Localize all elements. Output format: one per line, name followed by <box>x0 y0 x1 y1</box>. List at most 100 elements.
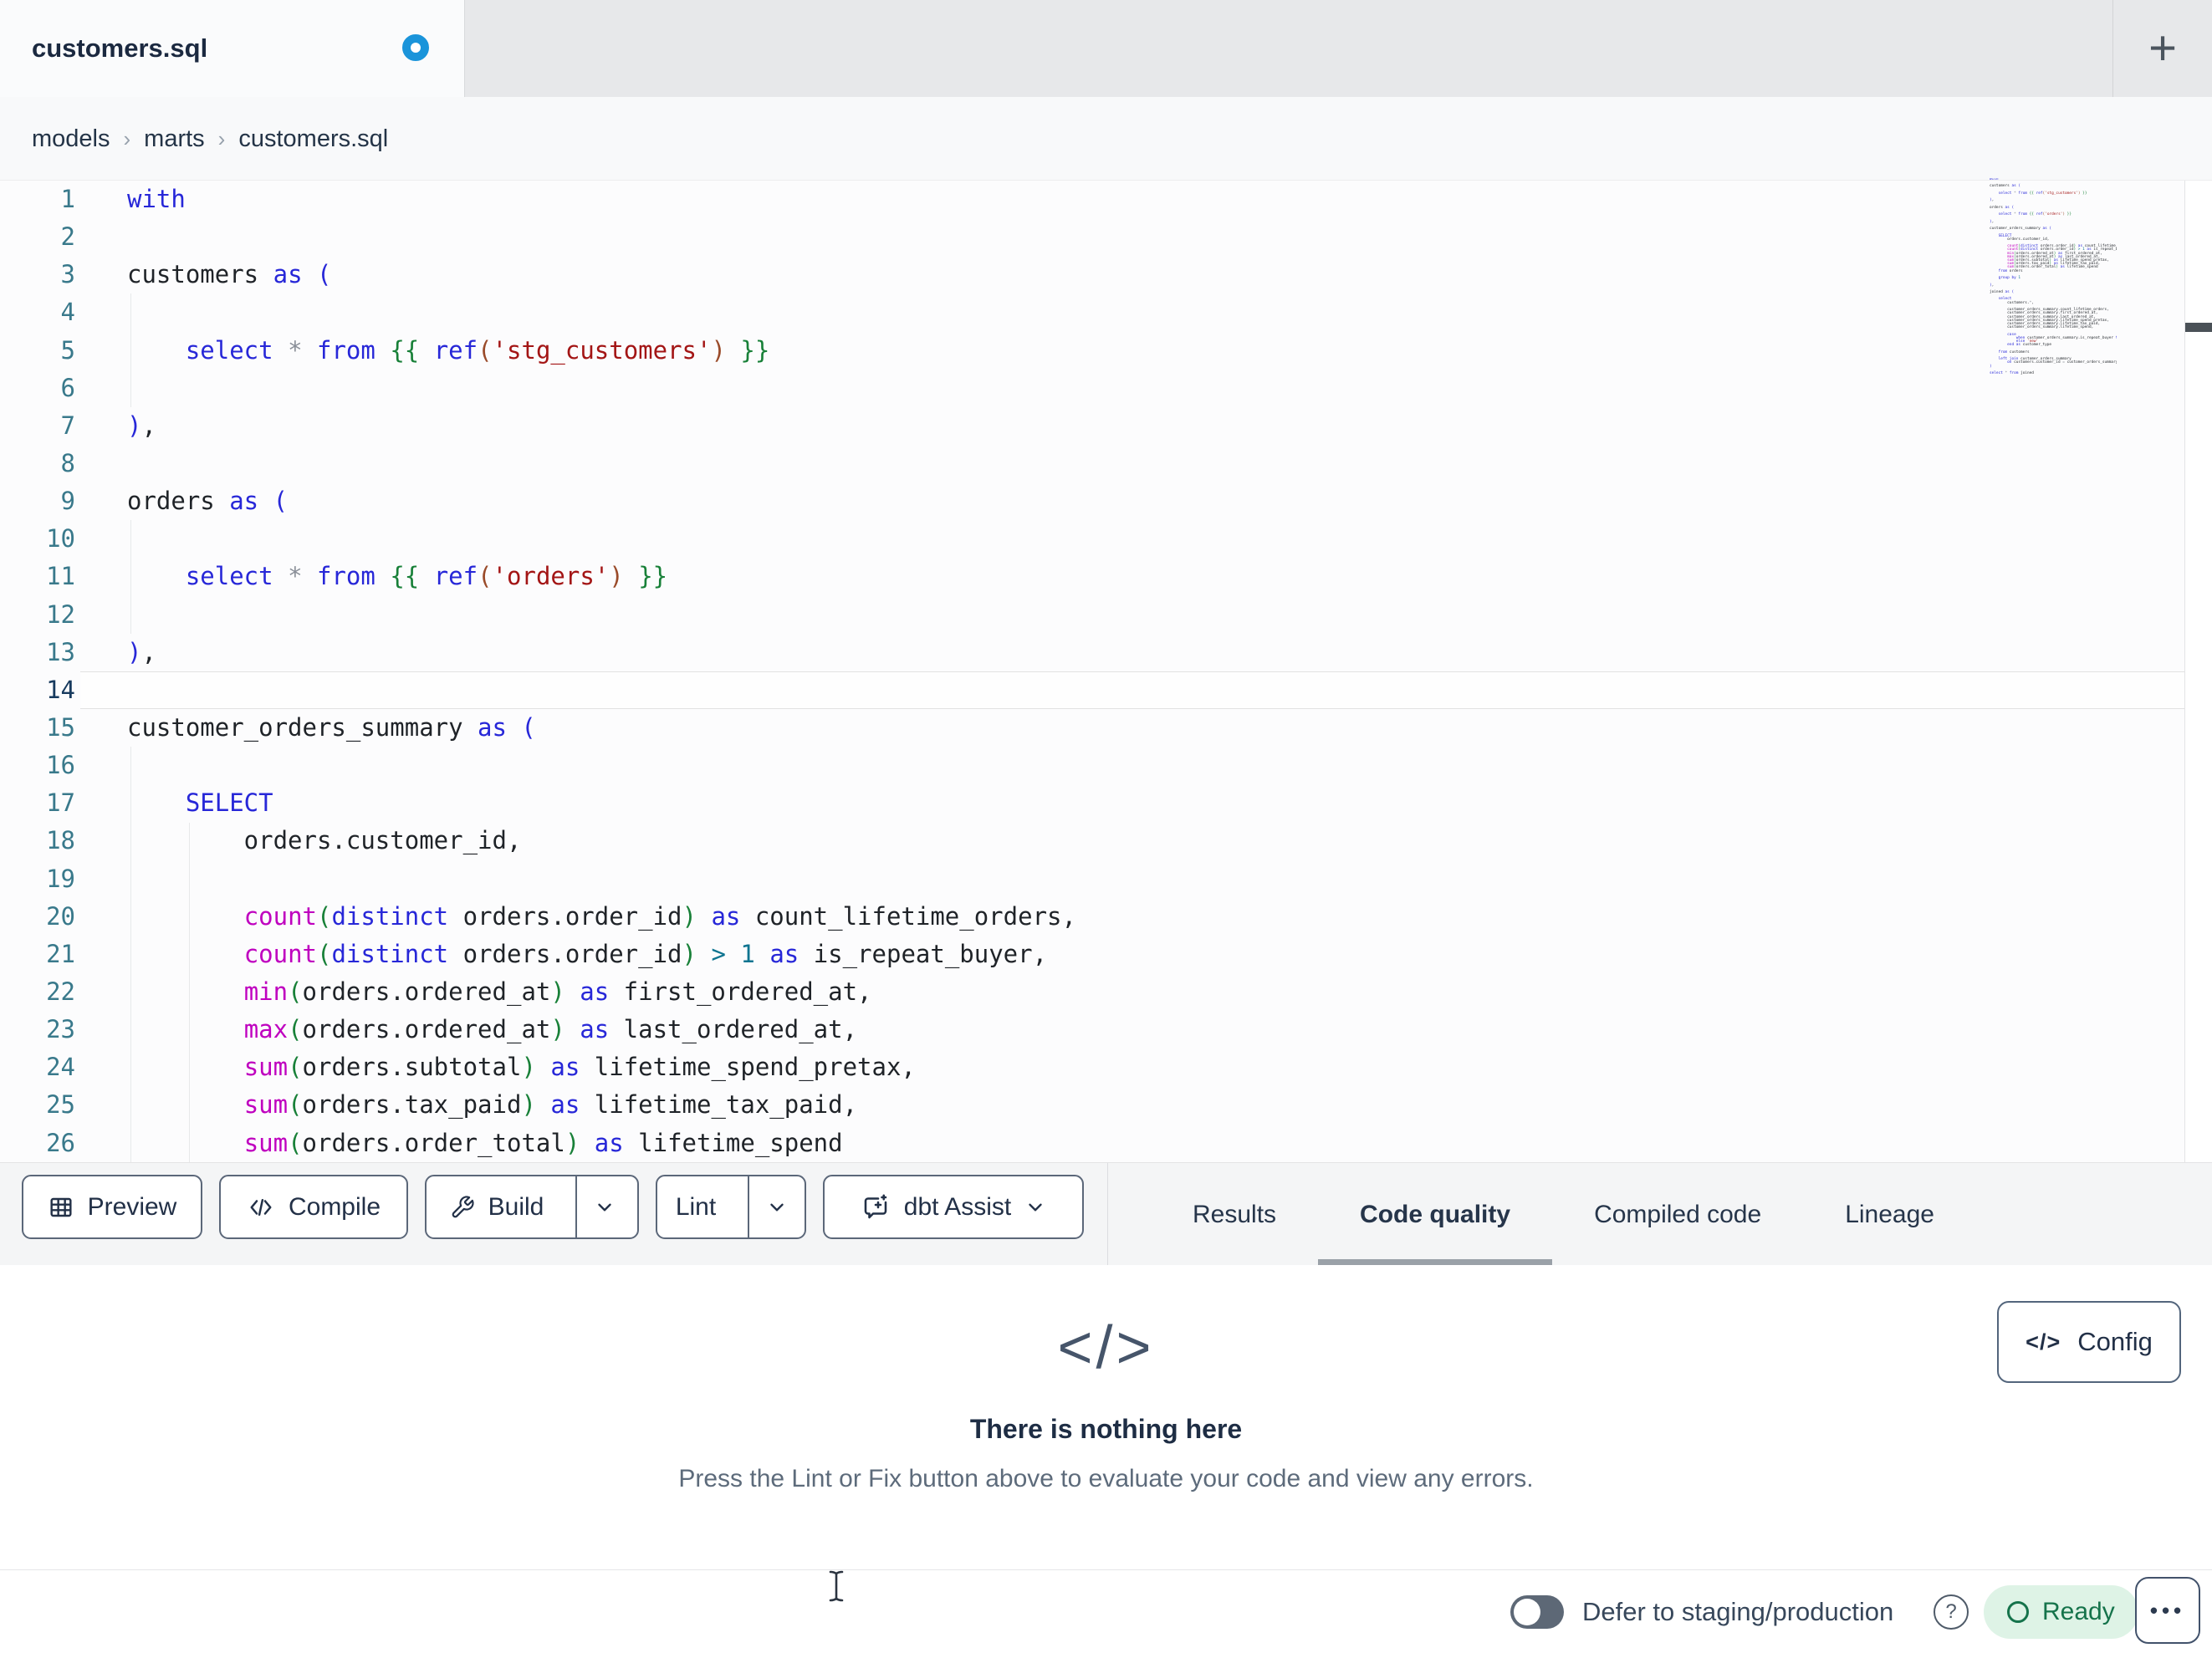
code-line-text[interactable]: SELECT <box>75 784 273 822</box>
code-line[interactable]: 7), <box>0 407 2184 445</box>
defer-toggle[interactable] <box>1510 1595 1564 1629</box>
line-number[interactable]: 25 <box>0 1086 75 1124</box>
more-options-button[interactable]: ••• <box>2135 1577 2200 1644</box>
line-number[interactable]: 17 <box>0 784 75 822</box>
breadcrumb-marts[interactable]: marts <box>144 125 205 153</box>
line-number[interactable]: 12 <box>0 596 75 634</box>
preview-label: Preview <box>87 1192 177 1221</box>
code-line-text[interactable]: ), <box>75 634 156 671</box>
code-line[interactable]: 20 count(distinct orders.order_id) as co… <box>0 898 2184 936</box>
code-line-text[interactable]: ), <box>75 407 156 445</box>
line-number[interactable]: 14 <box>0 671 75 709</box>
dbt-assist-button[interactable]: dbt Assist <box>823 1175 1084 1239</box>
code-line[interactable]: 25 sum(orders.tax_paid) as lifetime_tax_… <box>0 1086 2184 1124</box>
line-number[interactable]: 9 <box>0 482 75 520</box>
plus-icon: + <box>2148 21 2177 75</box>
config-button[interactable]: </> Config <box>1997 1301 2181 1383</box>
code-editor[interactable]: 1 with 2 3 customers as (4 5 select * from {{… <box>0 181 2184 1162</box>
code-line[interactable]: 12 <box>0 596 2184 634</box>
line-number[interactable]: 2 <box>0 218 75 256</box>
build-split-button: Build <box>425 1175 639 1239</box>
code-line-text[interactable]: min(orders.ordered_at) as first_ordered_… <box>75 973 872 1011</box>
line-number[interactable]: 19 <box>0 860 75 898</box>
code-line[interactable]: 5 select * from {{ ref('stg_customers') … <box>0 332 2184 370</box>
line-number[interactable]: 23 <box>0 1011 75 1048</box>
code-line[interactable]: 23 max(orders.ordered_at) as last_ordere… <box>0 1011 2184 1048</box>
line-number[interactable]: 5 <box>0 332 75 370</box>
line-number[interactable]: 1 <box>0 181 75 218</box>
code-line[interactable]: 22 min(orders.ordered_at) as first_order… <box>0 973 2184 1011</box>
code-line-text[interactable]: with <box>75 181 186 218</box>
tab-code-quality[interactable]: Code quality <box>1318 1163 1553 1266</box>
editor-scroll-rail[interactable] <box>2184 181 2212 1162</box>
tab-lineage[interactable]: Lineage <box>1803 1163 1976 1266</box>
help-icon[interactable]: ? <box>1934 1594 1969 1630</box>
line-number[interactable]: 24 <box>0 1048 75 1086</box>
code-line[interactable]: 9 orders as ( <box>0 482 2184 520</box>
code-icon: </> <box>2026 1329 2061 1355</box>
code-line[interactable]: 4 <box>0 293 2184 331</box>
code-line[interactable]: 19 <box>0 860 2184 898</box>
code-line[interactable]: 26 sum(orders.order_total) as lifetime_s… <box>0 1125 2184 1162</box>
tab-compiled-code[interactable]: Compiled code <box>1552 1163 1803 1266</box>
code-line[interactable]: 14 <box>0 671 2184 709</box>
code-line-text[interactable]: orders.customer_id, <box>75 822 522 860</box>
build-dropdown-button[interactable] <box>575 1176 632 1237</box>
code-line[interactable]: 1 with <box>0 181 2184 218</box>
code-line-text[interactable]: count(distinct orders.order_id) as count… <box>75 898 1076 936</box>
breadcrumb-models[interactable]: models <box>32 125 110 153</box>
code-line[interactable]: 3 customers as ( <box>0 256 2184 293</box>
status-badge[interactable]: Ready <box>1984 1585 2138 1639</box>
code-line[interactable]: 11 select * from {{ ref('orders') }} <box>0 558 2184 595</box>
code-line-text[interactable]: sum(orders.order_total) as lifetime_spen… <box>75 1125 843 1162</box>
lint-dropdown-button[interactable] <box>748 1176 805 1237</box>
line-number[interactable]: 15 <box>0 709 75 747</box>
code-line-text[interactable]: count(distinct orders.order_id) > 1 as i… <box>75 936 1047 973</box>
line-number[interactable]: 26 <box>0 1125 75 1162</box>
unsaved-indicator-icon <box>402 34 429 61</box>
compile-button[interactable]: Compile <box>219 1175 408 1239</box>
line-number[interactable]: 22 <box>0 973 75 1011</box>
code-line-text[interactable]: max(orders.ordered_at) as last_ordered_a… <box>75 1011 857 1048</box>
code-line[interactable]: 8 <box>0 445 2184 482</box>
line-number[interactable]: 4 <box>0 293 75 331</box>
build-label: Build <box>488 1192 544 1221</box>
chevron-down-icon <box>598 1203 612 1211</box>
tab-results[interactable]: Results <box>1151 1163 1318 1266</box>
code-line[interactable]: 2 <box>0 218 2184 256</box>
minimap[interactable]: with customers as ( select * from {{ ref(… <box>1990 178 2117 377</box>
line-number[interactable]: 11 <box>0 558 75 595</box>
code-line[interactable]: 13), <box>0 634 2184 671</box>
line-number[interactable]: 16 <box>0 747 75 784</box>
code-line[interactable]: 24 sum(orders.subtotal) as lifetime_spen… <box>0 1048 2184 1086</box>
line-number[interactable]: 13 <box>0 634 75 671</box>
code-line[interactable]: 15 customer_orders_summary as ( <box>0 709 2184 747</box>
code-line[interactable]: 6 <box>0 370 2184 407</box>
line-number[interactable]: 8 <box>0 445 75 482</box>
breadcrumb-file: customers.sql <box>238 125 389 152</box>
line-number[interactable]: 18 <box>0 822 75 860</box>
lint-button[interactable]: Lint <box>657 1176 734 1237</box>
new-tab-button[interactable]: + <box>2113 0 2212 97</box>
code-line-text[interactable]: orders as ( <box>75 482 288 520</box>
line-number[interactable]: 3 <box>0 256 75 293</box>
tab-customers-sql[interactable]: customers.sql <box>0 0 465 97</box>
code-line[interactable]: 18 orders.customer_id, <box>0 822 2184 860</box>
code-line-text[interactable]: customers as ( <box>75 256 331 293</box>
line-number[interactable]: 7 <box>0 407 75 445</box>
code-line[interactable]: 10 <box>0 520 2184 558</box>
line-number[interactable]: 6 <box>0 370 75 407</box>
line-number[interactable]: 21 <box>0 936 75 973</box>
line-number[interactable]: 20 <box>0 898 75 936</box>
code-line[interactable]: 21 count(distinct orders.order_id) > 1 a… <box>0 936 2184 973</box>
preview-button[interactable]: Preview <box>22 1175 202 1239</box>
code-line-text[interactable]: select * from {{ ref('orders') }} <box>75 558 667 595</box>
code-line-text[interactable]: sum(orders.subtotal) as lifetime_spend_p… <box>75 1048 916 1086</box>
code-line-text[interactable]: customer_orders_summary as ( <box>75 709 536 747</box>
line-number[interactable]: 10 <box>0 520 75 558</box>
code-line-text[interactable]: sum(orders.tax_paid) as lifetime_tax_pai… <box>75 1086 857 1124</box>
code-line[interactable]: 17 SELECT <box>0 784 2184 822</box>
code-line[interactable]: 16 <box>0 747 2184 784</box>
build-button[interactable]: Build <box>432 1176 563 1237</box>
code-line-text[interactable]: select * from {{ ref('stg_customers') }} <box>75 332 770 370</box>
